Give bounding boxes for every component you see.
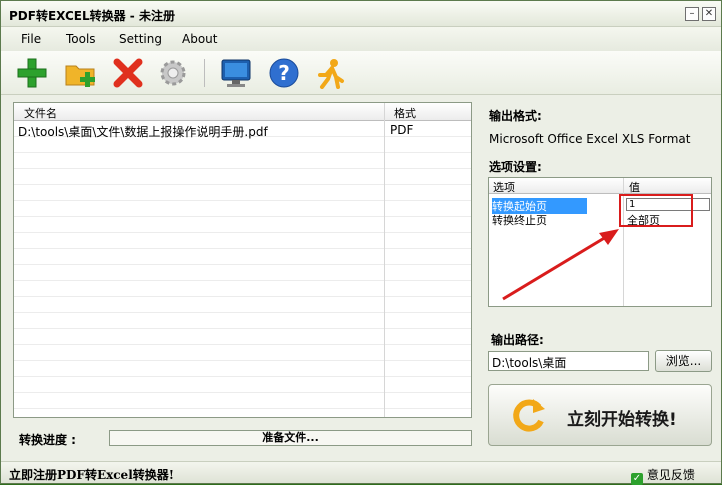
feedback-label: 意见反馈 bbox=[646, 468, 695, 482]
start-convert-button[interactable]: 立刻开始转换! bbox=[488, 384, 712, 446]
start-convert-label: 立刻开始转换! bbox=[567, 410, 677, 430]
app-window: PDF转EXCEL转换器 - 未注册 – ✕ File Tools Settin… bbox=[0, 0, 722, 485]
refresh-icon bbox=[513, 399, 545, 432]
feedback-link[interactable]: ✓ 意见反馈 bbox=[631, 466, 695, 485]
browse-button[interactable]: 浏览... bbox=[655, 350, 712, 372]
output-path-label: 输出路径: bbox=[491, 333, 544, 347]
feedback-check-icon: ✓ bbox=[631, 473, 643, 485]
register-link[interactable]: 立即注册PDF转Excel转换器! bbox=[9, 466, 174, 483]
status-bar: 立即注册PDF转Excel转换器! ✓ 意见反馈 bbox=[1, 461, 721, 485]
output-path-input[interactable]: D:\tools\桌面 bbox=[488, 351, 649, 371]
